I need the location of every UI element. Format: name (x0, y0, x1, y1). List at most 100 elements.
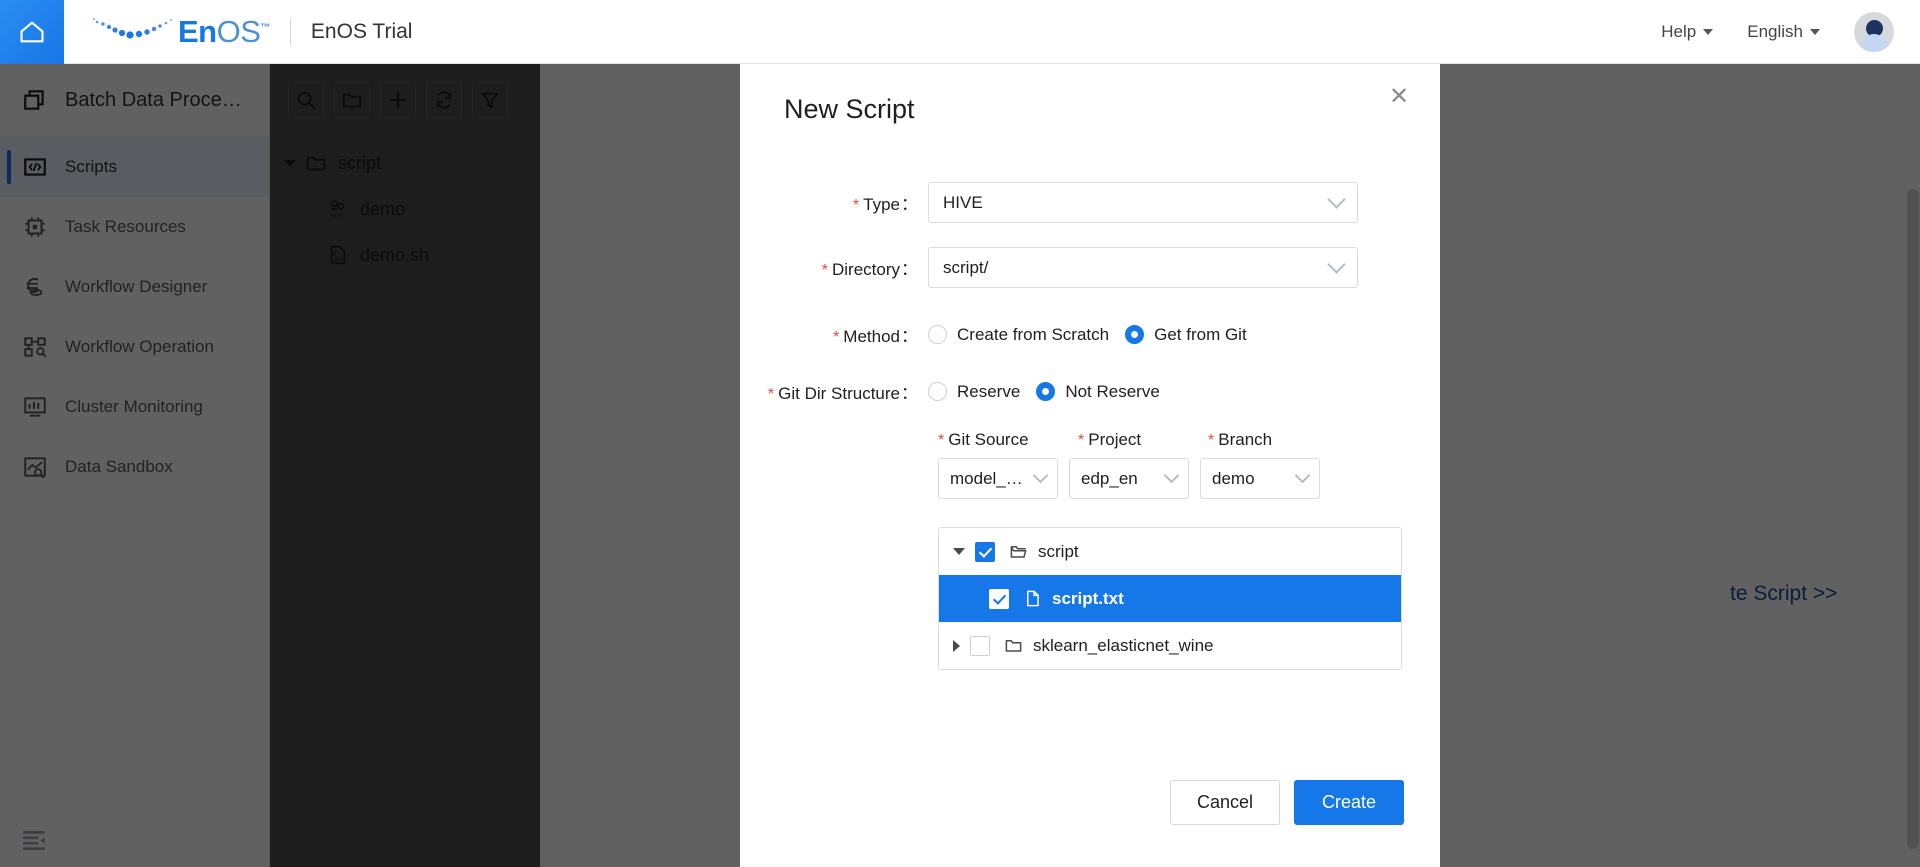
git-tree-item-label: sklearn_elasticnet_wine (1033, 636, 1214, 656)
chevron-down-icon (1327, 190, 1345, 208)
git-tree-item-script[interactable]: script (939, 528, 1401, 575)
chevron-down-icon (1327, 255, 1345, 273)
enos-en: En (178, 14, 217, 49)
label-colon: ： (901, 384, 918, 403)
branch-select[interactable]: demo (1200, 458, 1320, 499)
avatar[interactable] (1854, 12, 1894, 52)
branch-value: demo (1212, 469, 1297, 489)
cancel-button[interactable]: Cancel (1170, 780, 1280, 825)
avatar-body (1860, 34, 1888, 52)
type-label: *Type： (740, 190, 928, 215)
directory-select[interactable]: script/ (928, 247, 1358, 288)
chevron-down-icon[interactable] (953, 548, 965, 555)
git-dir-structure-label: *Git Dir Structure： (740, 379, 928, 404)
chevron-down-icon (1810, 29, 1820, 35)
required-asterisk: * (853, 197, 859, 214)
branch-header-text: Branch (1218, 430, 1272, 449)
create-button[interactable]: Create (1294, 780, 1404, 825)
method-field-row: *Method： Create from Scratch Get from Gi… (740, 322, 1440, 347)
chevron-right-icon[interactable] (953, 640, 960, 652)
type-label-text: Type (863, 195, 900, 214)
tree-checkbox[interactable] (975, 542, 995, 562)
radio-reserve[interactable]: Reserve (928, 382, 1020, 402)
file-icon (1023, 589, 1042, 608)
chevron-down-icon (1703, 29, 1713, 35)
home-button[interactable] (0, 0, 64, 64)
enos-wordmark: EnOS™ (178, 14, 270, 50)
app-root: EnOS™ EnOS Trial Help English (0, 0, 1920, 867)
tree-checkbox-selected[interactable] (989, 589, 1009, 609)
required-asterisk: * (1078, 432, 1084, 449)
enos-os: OS (217, 14, 261, 49)
project-select[interactable]: edp_en (1069, 458, 1189, 499)
required-asterisk: * (938, 432, 944, 449)
git-dir-structure-row: *Git Dir Structure： Reserve Not Reserve (740, 379, 1440, 404)
git-source-select[interactable]: model_… (938, 458, 1058, 499)
git-tree-item-label: script (1038, 542, 1079, 562)
git-select-row: model_… edp_en demo (938, 458, 1440, 499)
radio-circle (928, 382, 947, 401)
radio-circle (928, 325, 947, 344)
type-field-row: *Type： HIVE (740, 182, 1440, 223)
radio-label: Reserve (957, 382, 1020, 402)
dialog-footer: Cancel Create (740, 780, 1440, 825)
radio-label: Get from Git (1154, 325, 1247, 345)
method-radio-group: Create from Scratch Get from Git (928, 325, 1247, 345)
trademark-symbol: ™ (260, 22, 270, 33)
label-colon: ： (901, 327, 918, 346)
chevron-down-icon (1033, 468, 1049, 484)
radio-circle-selected (1036, 382, 1055, 401)
home-icon (18, 18, 46, 46)
directory-select-value: script/ (943, 258, 1330, 278)
top-bar: EnOS™ EnOS Trial Help English (0, 0, 1920, 64)
type-select[interactable]: HIVE (928, 182, 1358, 223)
brand: EnOS™ EnOS Trial (92, 14, 412, 50)
tenant-name: EnOS Trial (311, 20, 413, 44)
directory-label-text: Directory (832, 260, 900, 279)
required-asterisk: * (1208, 432, 1214, 449)
chevron-down-icon (1295, 468, 1311, 484)
type-select-value: HIVE (943, 193, 1330, 213)
method-label-text: Method (843, 327, 900, 346)
dialog-body: *Type： HIVE *Directory： script/ (740, 182, 1440, 670)
new-script-dialog: New Script ✕ *Type： HIVE *Directory： sc (740, 64, 1440, 867)
project-value: edp_en (1081, 469, 1166, 489)
git-tree-item-sklearn[interactable]: sklearn_elasticnet_wine (939, 622, 1401, 669)
folder-open-icon (1009, 542, 1028, 561)
required-asterisk: * (822, 262, 828, 279)
directory-label: *Directory： (740, 255, 928, 280)
git-source-value: model_… (950, 469, 1035, 489)
directory-field-row: *Directory： script/ (740, 247, 1440, 288)
required-asterisk: * (833, 329, 839, 346)
tree-checkbox[interactable] (970, 636, 990, 656)
radio-label: Not Reserve (1065, 382, 1159, 402)
branch-header: *Branch (1208, 430, 1338, 450)
enos-dots-icon (92, 15, 174, 49)
git-dir-structure-radio-group: Reserve Not Reserve (928, 382, 1160, 402)
git-column-headers: *Git Source *Project *Branch (938, 430, 1440, 450)
close-icon[interactable]: ✕ (1384, 82, 1414, 112)
git-tree-item-script-txt[interactable]: script.txt (939, 575, 1401, 622)
help-menu[interactable]: Help (1661, 22, 1713, 42)
radio-label: Create from Scratch (957, 325, 1109, 345)
brand-divider (290, 18, 291, 46)
project-header-text: Project (1088, 430, 1141, 449)
enos-logo: EnOS™ (92, 14, 270, 50)
project-header: *Project (1078, 430, 1208, 450)
radio-create-from-scratch[interactable]: Create from Scratch (928, 325, 1109, 345)
required-asterisk: * (768, 386, 774, 403)
radio-circle-selected (1125, 325, 1144, 344)
git-file-tree: script script.txt (938, 527, 1402, 670)
folder-icon (1004, 636, 1023, 655)
git-source-header-text: Git Source (948, 430, 1028, 449)
top-bar-right: Help English (1661, 12, 1920, 52)
language-menu[interactable]: English (1747, 22, 1820, 42)
method-label: *Method： (740, 322, 928, 347)
dialog-title: New Script (784, 94, 915, 125)
help-label: Help (1661, 22, 1696, 42)
language-label: English (1747, 22, 1803, 42)
git-source-header: *Git Source (938, 430, 1078, 450)
radio-not-reserve[interactable]: Not Reserve (1036, 382, 1159, 402)
git-dir-structure-label-text: Git Dir Structure (778, 384, 900, 403)
radio-get-from-git[interactable]: Get from Git (1125, 325, 1247, 345)
